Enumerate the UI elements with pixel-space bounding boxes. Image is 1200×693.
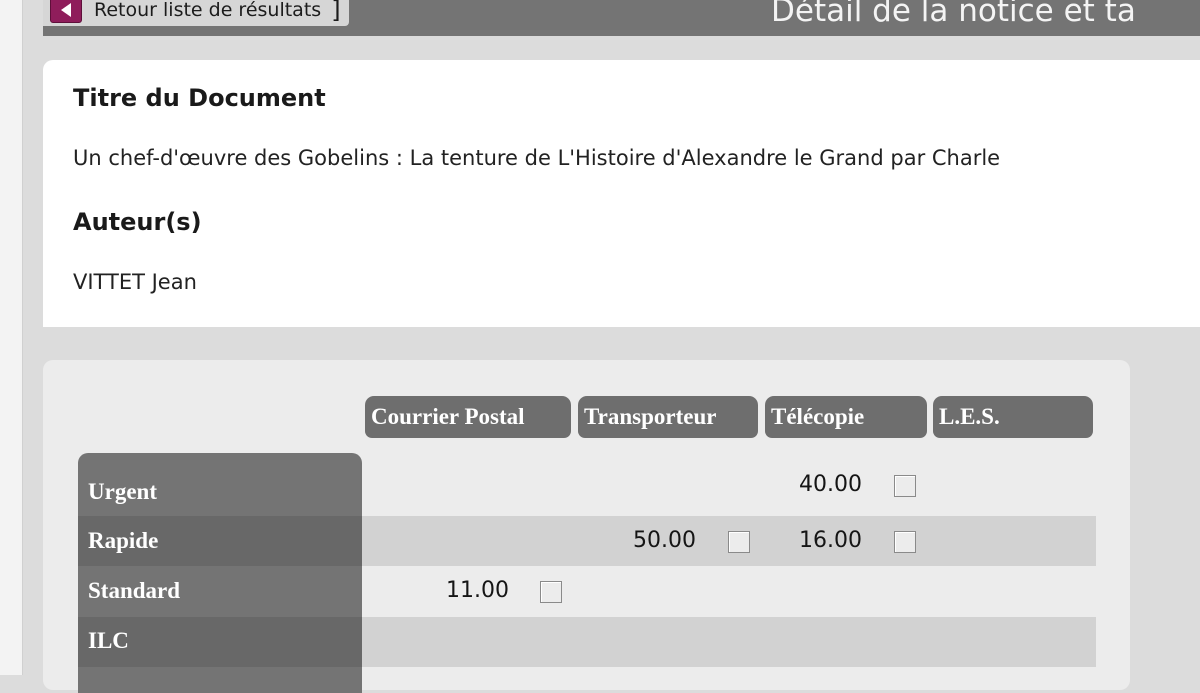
checkbox-rapide-transporteur[interactable]	[728, 531, 750, 553]
checkbox-rapide-telecopie[interactable]	[894, 531, 916, 553]
column-header-telecopie: Télécopie	[765, 396, 927, 438]
back-link-label[interactable]: Retour liste de résultats	[94, 0, 321, 21]
back-arrow-icon[interactable]	[50, 0, 82, 23]
row-label-rapide: Rapide	[88, 528, 159, 553]
row-label-standard: Standard	[88, 578, 181, 603]
price-rapide-telecopie: 16.00	[799, 528, 862, 553]
row-label-urgent: Urgent	[88, 479, 157, 504]
price-rapide-transporteur: 50.00	[633, 528, 696, 553]
price-standard-courrier-postal: 11.00	[446, 578, 509, 603]
bracket-glyph: ]	[331, 0, 341, 24]
tarif-panel: Courrier Postal Transporteur Télécopie L…	[43, 360, 1130, 693]
notice-detail-panel: Titre du Document Un chef-d'œuvre des Go…	[43, 60, 1200, 327]
page-title: Détail de la notice et ta	[771, 0, 1136, 29]
column-header-transporteur: Transporteur	[578, 396, 758, 438]
left-window-edge	[0, 0, 23, 675]
title-label: Titre du Document	[73, 84, 326, 112]
row-label-ilc: ILC	[88, 628, 129, 653]
author-label: Auteur(s)	[73, 208, 202, 236]
back-to-results-link[interactable]: Retour liste de résultats ]	[43, 0, 349, 26]
column-header-les: L.E.S.	[933, 396, 1093, 438]
table-row-stripe	[362, 617, 1096, 667]
checkbox-urgent-telecopie[interactable]	[894, 475, 916, 497]
header-bar: Retour liste de résultats ] Détail de la…	[43, 0, 1200, 36]
title-value: Un chef-d'œuvre des Gobelins : La tentur…	[73, 146, 1001, 170]
checkbox-standard-courrier-postal[interactable]	[540, 581, 562, 603]
author-value: VITTET Jean	[73, 270, 197, 294]
price-urgent-telecopie: 40.00	[799, 472, 862, 497]
column-header-courrier-postal: Courrier Postal	[365, 396, 571, 438]
